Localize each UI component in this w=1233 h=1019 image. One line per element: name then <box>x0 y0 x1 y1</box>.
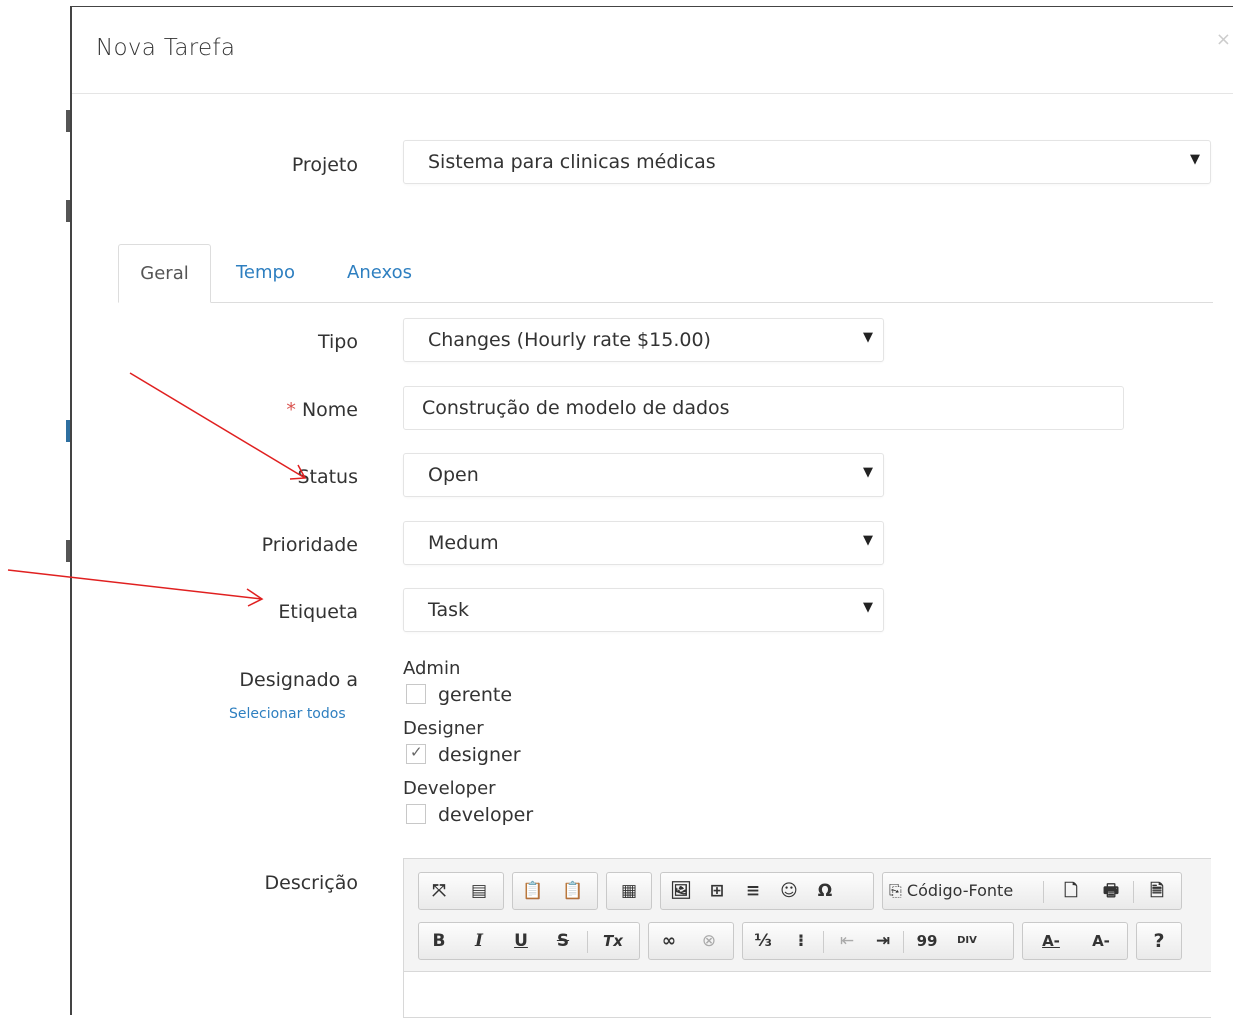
source-button[interactable]: ⎘ Código-Fonte <box>889 873 1039 909</box>
show-blocks-icon[interactable]: ▤ <box>463 873 495 909</box>
toolbar-group: 🖼 ⊞ ≡ ☺ Ω <box>660 872 874 910</box>
select-all-link[interactable]: Selecionar todos <box>229 706 346 722</box>
editor-toolbar: ⤧ ▤ 📋 📋 ▦ 🖼 ⊞ ≡ ☺ Ω ⎘ Código-Fonte 🗋 🖶 🗎… <box>404 859 1211 972</box>
modal-header: Nova Tarefa × <box>72 7 1233 94</box>
chevron-down-icon: ▼ <box>863 600 873 615</box>
required-marker: * <box>286 399 296 421</box>
background-color-icon[interactable]: A- <box>1079 923 1123 959</box>
special-char-icon[interactable]: Ω <box>809 873 841 909</box>
tab-bar: Geral Tempo Anexos <box>118 244 1213 303</box>
modal-title: Nova Tarefa <box>96 35 236 61</box>
toolbar-group: ⤧ ▤ <box>418 872 504 910</box>
checkbox-developer[interactable] <box>406 804 426 824</box>
nome-label: Nome <box>301 399 358 421</box>
designado-label: Designado a <box>239 669 358 691</box>
prioridade-label: Prioridade <box>261 534 358 556</box>
toolbar-group: ∞ ⊗ <box>648 922 734 960</box>
remove-format-icon[interactable]: Tx <box>597 923 629 959</box>
smiley-icon[interactable]: ☺ <box>773 873 805 909</box>
etiqueta-value: Task <box>428 599 470 621</box>
tipo-select[interactable]: Changes (Hourly rate $15.00) ▼ <box>403 318 884 362</box>
indent-icon[interactable]: ⇥ <box>867 923 899 959</box>
strikethrough-icon[interactable]: S <box>547 923 579 959</box>
tab-tempo[interactable]: Tempo <box>236 244 295 302</box>
toolbar-separator <box>1133 881 1134 903</box>
projeto-label: Projeto <box>291 154 358 176</box>
nome-value: Construção de modelo de dados <box>422 397 730 419</box>
etiqueta-select[interactable]: Task ▼ <box>403 588 884 632</box>
bold-icon[interactable]: B <box>423 923 455 959</box>
outdent-icon[interactable]: ⇤ <box>831 923 863 959</box>
background-page <box>0 0 70 1015</box>
bullet-list-icon[interactable]: ⁝ <box>785 923 817 959</box>
toolbar-group: ⎘ Código-Fonte 🗋 🖶 🗎 <box>882 872 1182 910</box>
rich-text-editor: ⤧ ▤ 📋 📋 ▦ 🖼 ⊞ ≡ ☺ Ω ⎘ Código-Fonte 🗋 🖶 🗎… <box>403 858 1211 1018</box>
checkbox-designer[interactable]: ✓ <box>406 743 426 764</box>
role-admin: Admin <box>403 658 461 679</box>
help-icon[interactable]: ? <box>1143 923 1175 959</box>
toolbar-separator <box>823 931 824 953</box>
nome-label-wrap: * Nome <box>222 399 358 421</box>
user-developer: developer <box>438 804 534 826</box>
horizontal-rule-icon[interactable]: ≡ <box>737 873 769 909</box>
nome-input[interactable]: Construção de modelo de dados <box>403 386 1124 430</box>
descricao-label: Descrição <box>264 872 358 894</box>
role-designer: Designer <box>403 718 484 739</box>
chevron-down-icon: ▼ <box>863 533 873 548</box>
tipo-label: Tipo <box>318 331 358 353</box>
role-developer: Developer <box>403 778 496 799</box>
user-designer: designer <box>438 744 521 766</box>
image-icon[interactable]: 🖼 <box>665 873 697 909</box>
etiqueta-label: Etiqueta <box>278 601 358 623</box>
checkbox-gerente[interactable] <box>406 684 426 704</box>
toolbar-separator <box>587 931 588 953</box>
prioridade-value: Medum <box>428 532 499 554</box>
toolbar-group: B I U S Tx <box>418 922 640 960</box>
close-icon[interactable]: × <box>1216 29 1231 50</box>
toolbar-group: ? <box>1136 922 1182 960</box>
user-gerente: gerente <box>438 684 513 706</box>
tab-anexos[interactable]: Anexos <box>347 244 412 302</box>
blockquote-icon[interactable]: 99 <box>911 923 943 959</box>
maximize-icon[interactable]: ⤧ <box>423 873 455 909</box>
toolbar-group: ▦ <box>606 872 652 910</box>
table-icon[interactable]: ⊞ <box>701 873 733 909</box>
toolbar-group: A- A- <box>1022 922 1128 960</box>
paste-text-icon[interactable]: 📋 <box>557 873 589 909</box>
underline-icon[interactable]: U <box>505 923 537 959</box>
new-task-modal: Nova Tarefa × Projeto Sistema para clini… <box>70 6 1233 1018</box>
prioridade-select[interactable]: Medum ▼ <box>403 521 884 565</box>
toolbar-separator <box>1043 881 1044 903</box>
numbered-list-icon[interactable]: ⅓ <box>747 923 779 959</box>
div-icon[interactable]: DIV <box>951 923 983 959</box>
paste-icon[interactable]: 📋 <box>517 873 549 909</box>
status-label: Status <box>297 466 358 488</box>
preview-icon[interactable]: 🗎 <box>1141 873 1173 909</box>
template-icon[interactable]: ▦ <box>613 873 645 909</box>
status-select[interactable]: Open ▼ <box>403 453 884 497</box>
new-page-icon[interactable]: 🗋 <box>1055 873 1087 909</box>
editor-content-area[interactable] <box>404 971 1211 1019</box>
status-value: Open <box>428 464 479 486</box>
toolbar-group: ⅓ ⁝ ⇤ ⇥ 99 DIV <box>742 922 1014 960</box>
italic-icon[interactable]: I <box>463 923 495 959</box>
projeto-select[interactable]: Sistema para clinicas médicas ▼ <box>403 140 1211 184</box>
unlink-icon[interactable]: ⊗ <box>693 923 725 959</box>
projeto-value: Sistema para clinicas médicas <box>428 151 716 173</box>
chevron-down-icon: ▼ <box>863 465 873 480</box>
tipo-value: Changes (Hourly rate $15.00) <box>428 329 711 351</box>
print-icon[interactable]: 🖶 <box>1095 873 1127 909</box>
check-icon: ✓ <box>410 743 423 761</box>
text-color-icon[interactable]: A- <box>1029 923 1073 959</box>
source-icon: ⎘ <box>889 881 902 900</box>
source-label: Código-Fonte <box>906 881 1014 900</box>
chevron-down-icon: ▼ <box>1190 152 1200 167</box>
link-icon[interactable]: ∞ <box>653 923 685 959</box>
toolbar-group: 📋 📋 <box>512 872 598 910</box>
toolbar-separator <box>903 931 904 953</box>
tab-geral[interactable]: Geral <box>118 244 211 303</box>
chevron-down-icon: ▼ <box>863 330 873 345</box>
